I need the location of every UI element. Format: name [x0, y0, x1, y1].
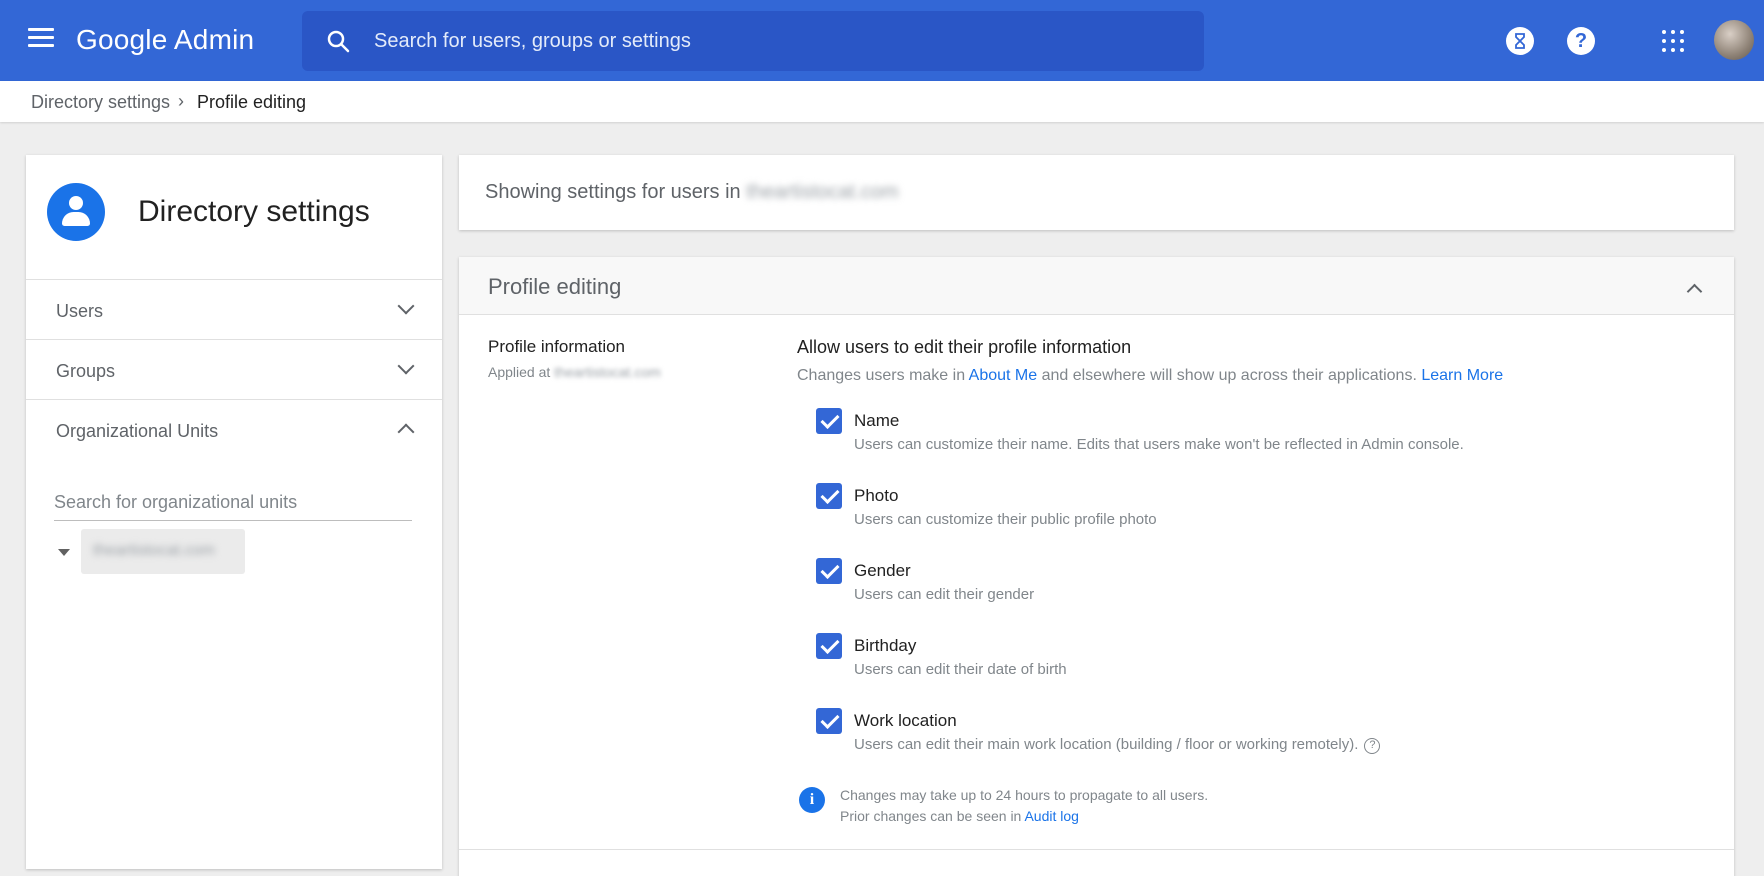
person-icon [47, 183, 105, 241]
learn-more-link[interactable]: Learn More [1421, 367, 1503, 384]
top-app-bar: Google Admin ? [0, 0, 1764, 81]
option-photo: Photo Users can customize their public p… [816, 483, 1716, 543]
option-description: Users can customize their public profile… [854, 511, 1157, 528]
accordion-users[interactable]: Users [26, 279, 442, 339]
hourglass-icon[interactable] [1506, 27, 1534, 55]
accordion-groups[interactable]: Groups [26, 339, 442, 399]
option-label: Name [854, 411, 900, 430]
photo-checkbox[interactable] [816, 483, 842, 509]
chevron-up-icon[interactable] [1686, 283, 1703, 300]
ou-search-input[interactable] [54, 485, 412, 521]
breadcrumb: Directory settings › Profile editing [0, 81, 1764, 122]
menu-icon[interactable] [28, 28, 54, 54]
option-birthday: Birthday Users can edit their date of bi… [816, 633, 1716, 693]
accordion-organizational-units[interactable]: Organizational Units [26, 399, 442, 459]
option-description: Users can edit their gender [854, 586, 1035, 603]
help-icon[interactable]: ? [1567, 27, 1595, 55]
work-location-checkbox[interactable] [816, 708, 842, 734]
name-checkbox[interactable] [816, 408, 842, 434]
applied-at: Applied at theartistocat.com [488, 364, 661, 380]
option-work-location: Work location Users can edit their main … [816, 708, 1716, 768]
audit-log-link[interactable]: Audit log [1024, 808, 1078, 824]
option-label: Work location [854, 711, 957, 730]
option-gender: Gender Users can edit their gender [816, 558, 1716, 618]
option-label: Birthday [854, 636, 917, 655]
chevron-up-icon [397, 423, 415, 441]
gender-checkbox[interactable] [816, 558, 842, 584]
brand-logo[interactable]: Google Admin [76, 24, 254, 56]
option-description: Users can customize their name. Edits th… [854, 436, 1464, 453]
option-label: Gender [854, 561, 911, 580]
breadcrumb-current: Profile editing [197, 92, 307, 112]
option-name: Name Users can customize their name. Edi… [816, 408, 1716, 468]
apps-grid-icon[interactable] [1662, 30, 1684, 52]
ou-root-label: theartistocat.com [93, 542, 215, 559]
breadcrumb-chevron-icon: › [178, 91, 184, 111]
profile-editing-card: Profile editing Profile information Appl… [459, 257, 1734, 876]
option-label: Photo [854, 486, 899, 505]
audit-note: Prior changes can be seen in Audit log [840, 808, 1079, 824]
chevron-down-icon [397, 297, 415, 315]
accordion-label: Groups [56, 361, 116, 381]
birthday-checkbox[interactable] [816, 633, 842, 659]
breadcrumb-directory-settings[interactable]: Directory settings [31, 92, 170, 113]
scope-domain: theartistocat.com [746, 181, 899, 203]
changes-description: Changes users make in About Me and elsew… [797, 367, 1504, 384]
accordion-label: Users [56, 301, 104, 321]
account-avatar[interactable] [1714, 20, 1754, 60]
search-bar[interactable] [302, 11, 1204, 71]
about-me-link[interactable]: About Me [969, 367, 1037, 384]
chevron-down-icon [397, 357, 415, 375]
accordion-label: Organizational Units [56, 421, 219, 441]
search-input[interactable] [374, 23, 1174, 59]
search-icon [327, 30, 350, 53]
card-title: Profile editing [488, 274, 622, 299]
option-description: Users can edit their main work location … [854, 736, 1381, 754]
section-title: Profile information [488, 337, 626, 356]
ou-root-node[interactable]: theartistocat.com [81, 529, 245, 574]
panel-title: Directory settings [138, 195, 370, 228]
card-footer-divider [459, 849, 1734, 850]
help-circle-icon[interactable]: ? [1364, 738, 1381, 754]
tree-expand-icon[interactable] [58, 549, 70, 556]
option-description: Users can edit their date of birth [854, 661, 1067, 678]
info-icon: i [799, 787, 825, 813]
allow-heading: Allow users to edit their profile inform… [797, 337, 1132, 357]
applied-domain: theartistocat.com [554, 364, 661, 380]
propagation-note: Changes may take up to 24 hours to propa… [840, 787, 1209, 803]
scope-text: Showing settings for users in theartisto… [485, 181, 899, 203]
card-header[interactable]: Profile editing [459, 257, 1734, 315]
directory-settings-panel: Directory settings Users Groups Organiza… [26, 155, 442, 869]
scope-banner: Showing settings for users in theartisto… [459, 155, 1734, 230]
